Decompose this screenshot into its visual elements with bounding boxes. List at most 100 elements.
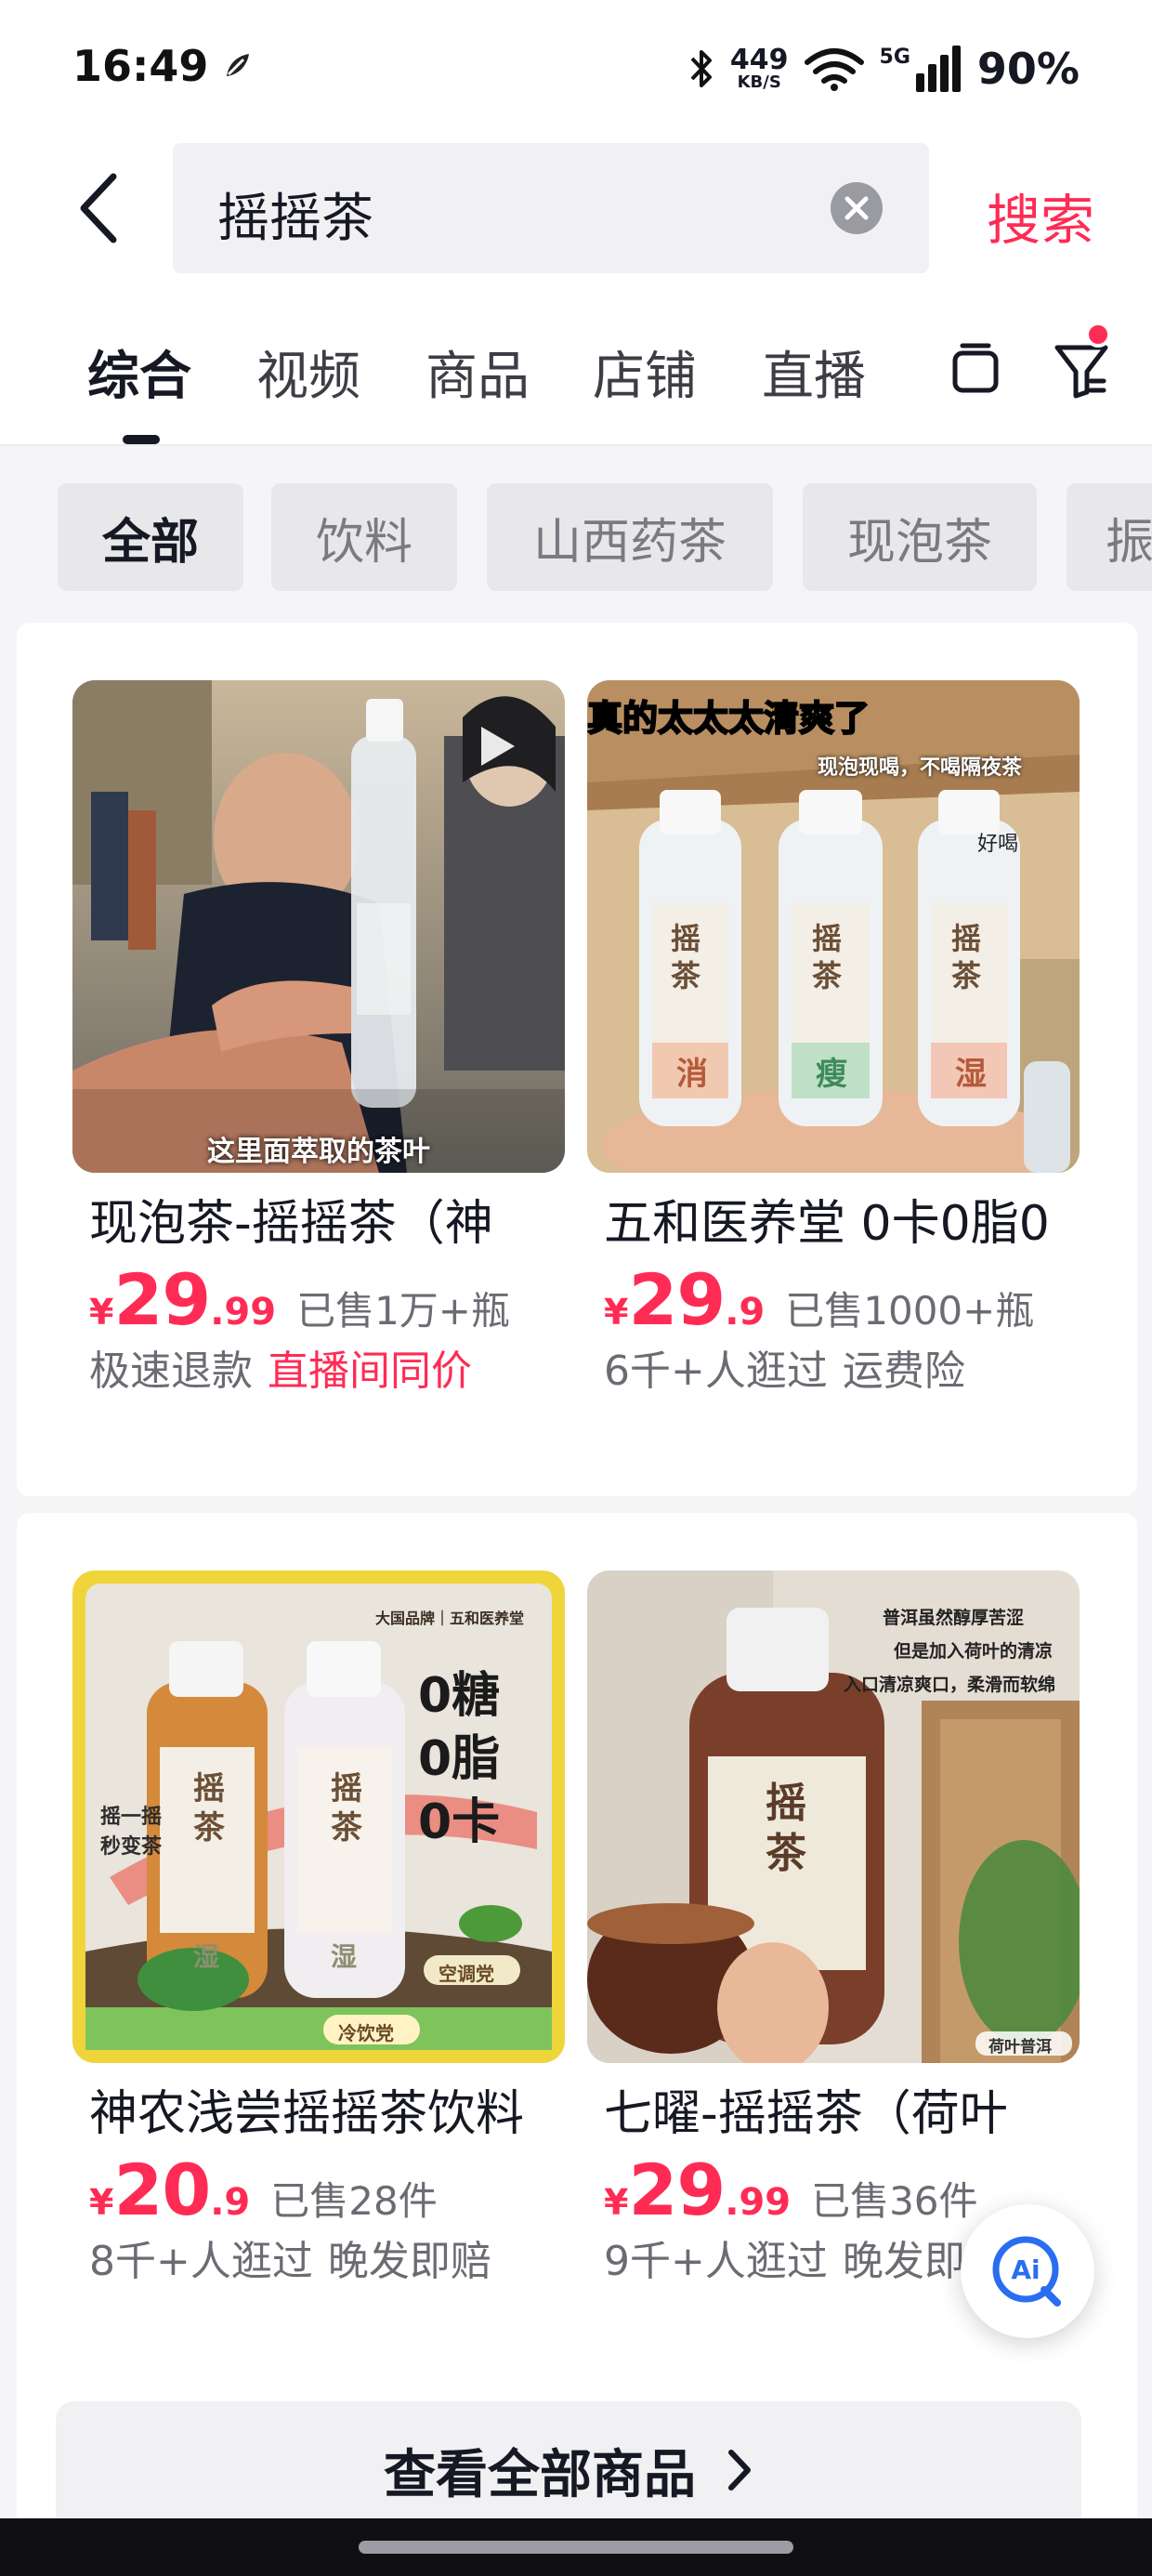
- price-integer: 29: [628, 1258, 726, 1341]
- price-decimal: .99: [725, 2181, 792, 2224]
- tab-video[interactable]: 视频: [256, 335, 360, 410]
- network-speed-value: 449: [729, 44, 789, 76]
- price-integer: 29: [113, 1258, 211, 1341]
- tag: 6千+人逛过: [604, 1347, 828, 1395]
- tag: 晚发即赔: [327, 2238, 491, 2285]
- back-button[interactable]: [59, 169, 137, 247]
- tab-comprehensive[interactable]: 综合: [87, 335, 191, 410]
- back-arrow-icon: [80, 173, 117, 243]
- price-row: ¥ 29 .9 已售1000+瓶: [587, 1258, 1080, 1341]
- search-input[interactable]: 摇摇茶: [173, 143, 929, 273]
- bottle-label: 湿: [955, 1056, 987, 1093]
- close-icon: [844, 196, 869, 220]
- chip-fresh-brew-tea[interactable]: 现泡茶: [803, 483, 1037, 591]
- chip-more[interactable]: 振: [1067, 483, 1152, 591]
- image-headline: 真的太太太清爽了: [587, 697, 871, 740]
- ai-assistant-button[interactable]: Ai: [961, 2204, 1094, 2338]
- bottle-brand: 摇茶: [331, 1770, 362, 1847]
- product-name: 神农浅尝摇摇茶饮料: [89, 2086, 525, 2142]
- top-area: 16:49 449 KB/S 5G 90% 摇摇茶 搜索 综合 视频 商品 店铺…: [0, 0, 1152, 446]
- filter-notification-dot: [1085, 322, 1111, 348]
- signal-bars-icon: [915, 46, 961, 92]
- cell-signal: 5G: [880, 46, 962, 92]
- price-currency: ¥: [89, 2182, 114, 2223]
- chevron-right-icon: [728, 2450, 751, 2491]
- network-speed-unit: KB/S: [737, 72, 781, 92]
- sold-count: 已售28件: [270, 2178, 438, 2224]
- leaf-notification-icon: [227, 54, 249, 76]
- tag: 直播间同价: [268, 1347, 472, 1395]
- wifi-icon: [804, 48, 864, 91]
- ai-search-icon: Ai: [992, 2236, 1061, 2307]
- product-tags: 6千+人逛过 运费险: [587, 1342, 1080, 1401]
- price-currency: ¥: [89, 1292, 114, 1333]
- product-photo-1: [72, 680, 565, 1173]
- sold-count: 已售1000+瓶: [785, 1288, 1035, 1334]
- image-text-line: 入口清凉爽口，柔滑而软绵: [844, 1675, 1056, 1695]
- product-image[interactable]: 普洱虽然醇厚苦涩 但是加入荷叶的清凉 入口清凉爽口，柔滑而软绵 摇茶 荷叶普洱: [587, 1571, 1080, 2063]
- status-time: 16:49: [72, 41, 209, 91]
- price-decimal: .9: [725, 1291, 766, 1334]
- product-name: 七曜-摇摇茶（荷叶: [604, 2086, 1008, 2142]
- chip-drinks[interactable]: 饮料: [271, 483, 457, 591]
- screen: 16:49 449 KB/S 5G 90% 摇摇茶 搜索 综合 视频 商品 店铺…: [0, 0, 1152, 2576]
- search-query: 摇摇茶: [217, 189, 373, 249]
- chip-all[interactable]: 全部: [58, 483, 243, 591]
- price-decimal: .9: [210, 2181, 251, 2224]
- product-item[interactable]: 真的太太太清爽了 现泡现喝，不喝隔夜茶 好喝 摇茶 摇茶 摇茶 消 瘦 湿 五和…: [587, 680, 1080, 1401]
- product-name: 现泡茶-摇摇茶（神: [89, 1196, 493, 1252]
- image-claim: 0脂: [418, 1731, 501, 1787]
- price-currency: ¥: [604, 2182, 629, 2223]
- home-indicator[interactable]: [359, 2541, 793, 2554]
- sold-count: 已售36件: [811, 2178, 978, 2224]
- ai-label: Ai: [1011, 2254, 1040, 2285]
- bottle-brand: 摇茶: [951, 921, 982, 993]
- status-bar: 16:49 449 KB/S 5G 90%: [0, 0, 1152, 139]
- image-subline: 现泡现喝，不喝隔夜茶: [818, 756, 1023, 780]
- image-badge: 冷饮党: [338, 2022, 394, 2044]
- price-currency: ¥: [604, 1292, 629, 1333]
- bottle-brand: 摇茶: [812, 921, 843, 993]
- image-side-text: 摇一摇 秒变茶: [100, 1806, 163, 1859]
- image-note: 好喝: [977, 833, 1019, 856]
- image-brand: 大国品牌｜五和医养堂: [375, 1610, 525, 1627]
- tab-live[interactable]: 直播: [762, 335, 866, 410]
- status-icons: 449 KB/S 5G 90%: [687, 41, 1080, 97]
- product-image[interactable]: 真的太太太清爽了 现泡现喝，不喝隔夜茶 好喝 摇茶 摇茶 摇茶 消 瘦 湿: [587, 680, 1080, 1173]
- bottle-label: 瘦: [816, 1056, 847, 1093]
- tab-shops[interactable]: 店铺: [593, 335, 697, 410]
- bottle-label: 湿: [193, 1941, 220, 1972]
- search-row: 摇摇茶 搜索: [0, 139, 1152, 279]
- filter-icon[interactable]: [1054, 340, 1109, 400]
- product-item[interactable]: 大国品牌｜五和医养堂 0糖 0脂 0卡 摇一摇 秒变茶 摇茶 摇茶 湿 湿 冷饮…: [72, 1571, 565, 2292]
- tag: 8千+人逛过: [89, 2238, 313, 2285]
- network-type: 5G: [879, 46, 910, 69]
- price-integer: 29: [628, 2149, 726, 2231]
- product-tags: 8千+人逛过 晚发即赔: [72, 2232, 565, 2292]
- system-navigation-bar: [0, 2518, 1152, 2576]
- tag: 9千+人逛过: [604, 2238, 828, 2285]
- bottle-label: 湿: [331, 1941, 358, 1972]
- chip-shanxi-herbal-tea[interactable]: 山西药茶: [487, 483, 773, 591]
- tag: 晚发即: [842, 2238, 965, 2285]
- product-item[interactable]: 这里面萃取的茶叶 现泡茶-摇摇茶（神 ¥ 29 .99 已售1万+瓶 极速退款直…: [72, 680, 565, 1401]
- product-image[interactable]: 这里面萃取的茶叶: [72, 680, 565, 1173]
- active-tab-indicator: [123, 435, 160, 444]
- image-caption: 这里面萃取的茶叶: [207, 1136, 430, 1168]
- sold-count: 已售1万+瓶: [296, 1288, 510, 1334]
- image-claim: 0卡: [418, 1794, 501, 1850]
- product-image[interactable]: 大国品牌｜五和医养堂 0糖 0脂 0卡 摇一摇 秒变茶 摇茶 摇茶 湿 湿 冷饮…: [72, 1571, 565, 2063]
- search-button[interactable]: 搜索: [987, 177, 1094, 255]
- tab-products[interactable]: 商品: [425, 335, 530, 410]
- product-item[interactable]: 普洱虽然醇厚苦涩 但是加入荷叶的清凉 入口清凉爽口，柔滑而软绵 摇茶 荷叶普洱 …: [587, 1571, 1080, 2292]
- bottle-label: 消: [676, 1056, 708, 1093]
- tag: 运费险: [842, 1347, 965, 1395]
- battery-level: 90%: [976, 44, 1080, 94]
- clear-search-button[interactable]: [831, 182, 883, 234]
- layout-toggle-icon[interactable]: [949, 340, 1001, 396]
- product-name: 五和医养堂 0卡0脂0: [604, 1196, 1050, 1252]
- price-row: ¥ 20 .9 已售28件: [72, 2149, 565, 2231]
- product-card-row-1: 这里面萃取的茶叶 现泡茶-摇摇茶（神 ¥ 29 .99 已售1万+瓶 极速退款直…: [17, 623, 1137, 1496]
- price-integer: 20: [113, 2149, 211, 2231]
- bluetooth-icon: [690, 50, 712, 87]
